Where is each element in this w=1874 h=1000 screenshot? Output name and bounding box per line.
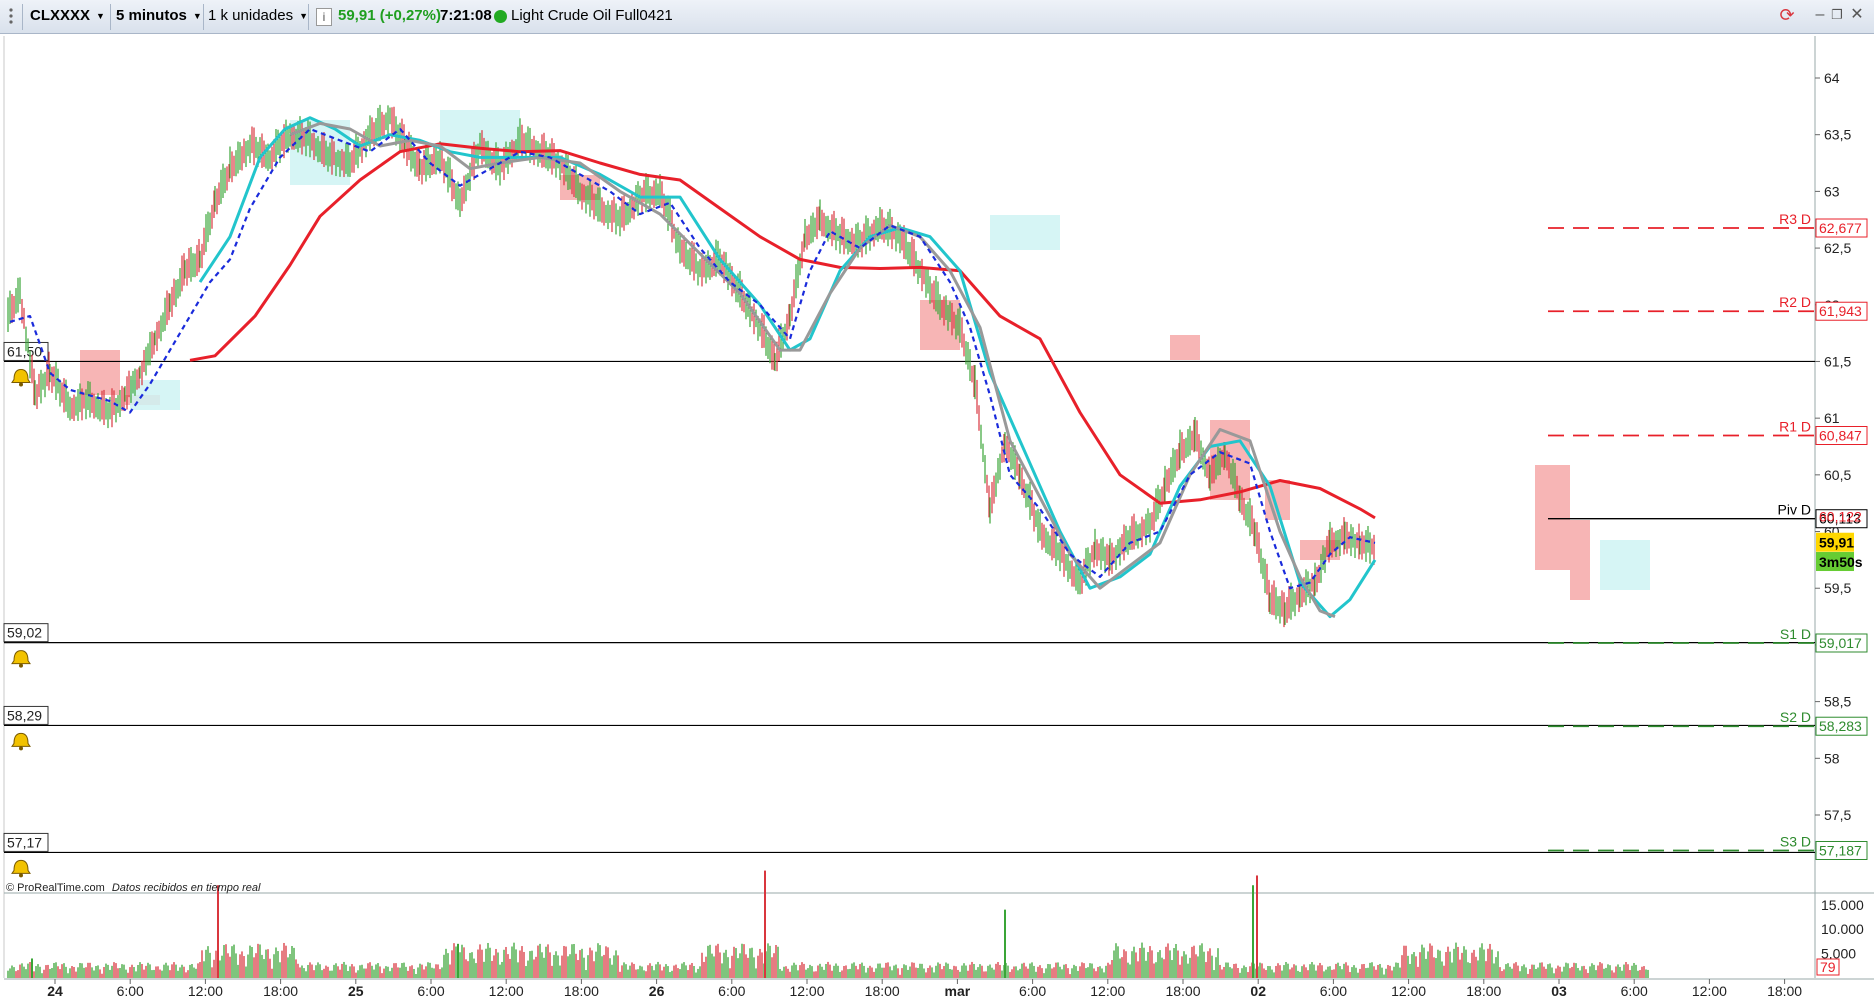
copyright-footer: © ProRealTime.com Datos recibidos en tie…	[6, 882, 260, 894]
price-tick-label: 61,5	[1824, 353, 1851, 369]
price-candles	[7, 104, 1375, 628]
price-tick-label: 60,5	[1824, 467, 1851, 483]
time-tick-label: 18:00	[865, 983, 900, 999]
price-tick-label: 59,5	[1824, 580, 1851, 596]
price-tick-label: 58	[1824, 750, 1840, 766]
volume-tick-label: 15.000	[1821, 897, 1864, 913]
price-chart[interactable]: 6463,56362,56261,56160,56059,55958,55857…	[0, 0, 1874, 1000]
pivot-value-label: 58,283	[1819, 718, 1862, 734]
volume-current-label: 79	[1820, 959, 1836, 975]
time-tick-label: 6:00	[1621, 983, 1648, 999]
ichimoku-cloud-shape	[1570, 520, 1590, 600]
moving-average-gray	[289, 121, 1336, 619]
alert-value-label: 59,02	[7, 625, 42, 641]
time-tick-label: 6:00	[417, 983, 444, 999]
ichimoku-cloud-shape	[990, 215, 1060, 250]
price-marker-label: 60,122	[1819, 509, 1862, 525]
price-tick-label: 64	[1824, 70, 1840, 86]
alert-value-label: 58,29	[7, 707, 42, 723]
time-tick-label: mar	[945, 983, 971, 999]
alert-value-label: 57,17	[7, 834, 42, 850]
time-tick-label: 26	[649, 983, 665, 999]
pivot-value-label: 59,017	[1819, 635, 1862, 651]
time-tick-label: 18:00	[1767, 983, 1802, 999]
pivot-level-name: S3 D	[1780, 833, 1811, 849]
price-tick-label: 63	[1824, 183, 1840, 199]
pivot-level-name: R2 D	[1779, 294, 1811, 310]
time-tick-label: 18:00	[1165, 983, 1200, 999]
time-tick-label: 6:00	[1019, 983, 1046, 999]
ichimoku-cloud-shape	[1600, 540, 1650, 590]
time-tick-label: 6:00	[1320, 983, 1347, 999]
time-tick-label: 12:00	[188, 983, 223, 999]
ichimoku-cloud-shape	[1170, 335, 1200, 360]
realtime-text: Datos recibidos en tiempo real	[111, 882, 261, 894]
pivot-value-label: 60,847	[1819, 428, 1862, 444]
time-tick-label: 12:00	[1391, 983, 1426, 999]
price-tick-label: 57,5	[1824, 807, 1851, 823]
time-tick-label: 03	[1551, 983, 1567, 999]
time-tick-label: 12:00	[1090, 983, 1125, 999]
alert-bell-icon[interactable]	[11, 650, 31, 668]
time-tick-label: 6:00	[117, 983, 144, 999]
current-price-label: 59,91	[1819, 535, 1854, 551]
time-tick-label: 24	[47, 983, 63, 999]
pivot-value-label: 62,677	[1819, 220, 1862, 236]
time-tick-label: 25	[348, 983, 364, 999]
pivot-level-name: S1 D	[1780, 626, 1811, 642]
pivot-level-name: R3 D	[1779, 211, 1811, 227]
price-tick-label: 63,5	[1824, 127, 1851, 143]
ichimoku-cloud-shape	[1535, 465, 1570, 570]
current-price-label: 3m50s	[1819, 554, 1863, 570]
alert-bell-icon[interactable]	[11, 732, 31, 751]
pivot-level-name: R1 D	[1779, 419, 1811, 435]
time-tick-label: 12:00	[1692, 983, 1727, 999]
time-tick-label: 02	[1250, 983, 1266, 999]
pivot-value-label: 61,943	[1819, 303, 1862, 319]
price-tick-label: 62,5	[1824, 240, 1851, 256]
pivot-level-name: Piv D	[1778, 502, 1811, 518]
pivot-level-name: S2 D	[1780, 709, 1811, 725]
ichimoku-cloud-shape	[80, 350, 120, 395]
time-tick-label: 6:00	[718, 983, 745, 999]
copyright-text: © ProRealTime.com	[6, 882, 105, 894]
alert-bell-icon[interactable]	[11, 368, 31, 387]
price-tick-label: 61	[1824, 410, 1840, 426]
time-tick-label: 18:00	[564, 983, 599, 999]
time-tick-label: 12:00	[789, 983, 824, 999]
time-tick-label: 12:00	[489, 983, 524, 999]
volume-tick-label: 10.000	[1821, 921, 1864, 937]
price-tick-label: 58,5	[1824, 694, 1851, 710]
moving-average-cyan	[198, 116, 1377, 619]
time-tick-label: 18:00	[263, 983, 298, 999]
pivot-value-label: 57,187	[1819, 842, 1862, 858]
volume-bars	[7, 942, 1649, 978]
alert-value-label: 61,50	[7, 343, 42, 359]
time-tick-label: 18:00	[1466, 983, 1501, 999]
alert-bell-icon[interactable]	[11, 859, 31, 878]
